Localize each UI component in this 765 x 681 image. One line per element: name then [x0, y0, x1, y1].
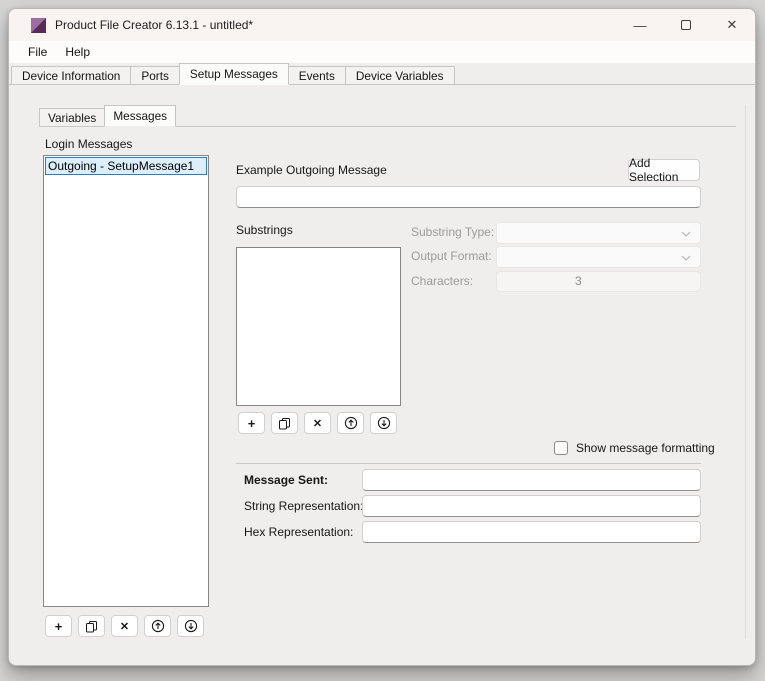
- login-messages-label: Login Messages: [45, 137, 132, 151]
- chevron-down-icon: [681, 255, 691, 261]
- tab-ports[interactable]: Ports: [130, 66, 180, 84]
- substrings-toolbar: + ✕: [238, 412, 397, 434]
- circle-arrow-down-icon: [184, 619, 198, 633]
- chevron-down-icon: [681, 231, 691, 237]
- characters-input[interactable]: 3: [496, 271, 701, 292]
- minimize-icon: —: [634, 18, 647, 33]
- delete-substring-button[interactable]: ✕: [304, 412, 331, 434]
- app-window: Product File Creator 6.13.1 - untitled* …: [8, 8, 756, 666]
- window-title: Product File Creator 6.13.1 - untitled*: [55, 18, 253, 32]
- tab-setup-messages[interactable]: Setup Messages: [179, 63, 289, 85]
- move-substring-down-button[interactable]: [370, 412, 397, 434]
- message-sent-label: Message Sent:: [244, 473, 328, 487]
- string-representation-input[interactable]: [362, 495, 701, 517]
- maximize-icon: [681, 20, 691, 30]
- plus-icon: +: [248, 416, 256, 431]
- circle-arrow-down-icon: [377, 416, 391, 430]
- delete-message-button[interactable]: ✕: [111, 615, 138, 637]
- show-message-formatting-checkbox[interactable]: [554, 441, 568, 455]
- tab-device-variables[interactable]: Device Variables: [345, 66, 455, 84]
- output-format-label: Output Format:: [411, 249, 492, 263]
- login-messages-toolbar: + ✕: [45, 615, 204, 637]
- menu-file[interactable]: File: [19, 41, 56, 63]
- characters-label: Characters:: [411, 274, 473, 288]
- menu-help[interactable]: Help: [56, 41, 99, 63]
- app-icon: [31, 18, 46, 33]
- show-message-formatting-row: Show message formatting: [554, 441, 715, 455]
- substring-type-label: Substring Type:: [411, 225, 494, 239]
- substring-type-dropdown[interactable]: [496, 222, 701, 244]
- login-messages-listbox[interactable]: Outgoing - SetupMessage1: [43, 155, 209, 607]
- tab-device-information[interactable]: Device Information: [11, 66, 131, 84]
- example-outgoing-message-label: Example Outgoing Message: [236, 163, 387, 177]
- x-icon: ✕: [120, 620, 129, 633]
- add-message-button[interactable]: +: [45, 615, 72, 637]
- desktop-background: { "window": { "title": "Product File Cre…: [0, 0, 765, 681]
- circle-arrow-up-icon: [151, 619, 165, 633]
- message-sent-input[interactable]: [362, 469, 701, 491]
- copy-icon: [85, 620, 98, 633]
- close-button[interactable]: ✕: [709, 9, 755, 41]
- minimize-button[interactable]: —: [617, 9, 663, 41]
- hex-representation-label: Hex Representation:: [244, 525, 353, 539]
- preview-divider: [236, 463, 701, 464]
- close-icon: ✕: [727, 17, 738, 33]
- tab-messages[interactable]: Messages: [104, 105, 176, 127]
- move-message-down-button[interactable]: [177, 615, 204, 637]
- tab-events[interactable]: Events: [288, 66, 346, 84]
- list-item[interactable]: Outgoing - SetupMessage1: [45, 157, 207, 175]
- main-tab-strip: Device Information Ports Setup Messages …: [9, 63, 755, 85]
- move-message-up-button[interactable]: [144, 615, 171, 637]
- duplicate-substring-button[interactable]: [271, 412, 298, 434]
- output-format-dropdown[interactable]: [496, 246, 701, 268]
- add-selection-button[interactable]: Add Selection: [628, 159, 700, 181]
- substrings-label: Substrings: [236, 223, 293, 237]
- hex-representation-input[interactable]: [362, 521, 701, 543]
- move-substring-up-button[interactable]: [337, 412, 364, 434]
- tab-page-right-border: [745, 105, 746, 639]
- duplicate-message-button[interactable]: [78, 615, 105, 637]
- show-message-formatting-label: Show message formatting: [576, 441, 715, 455]
- plus-icon: +: [55, 619, 63, 634]
- inner-tab-strip: Variables Messages: [39, 105, 736, 127]
- menu-bar: File Help: [9, 41, 755, 63]
- copy-icon: [278, 417, 291, 430]
- maximize-button[interactable]: [663, 9, 709, 41]
- window-controls: — ✕: [617, 9, 755, 41]
- example-message-input[interactable]: [236, 186, 701, 208]
- add-substring-button[interactable]: +: [238, 412, 265, 434]
- tab-variables[interactable]: Variables: [39, 108, 105, 126]
- title-bar: Product File Creator 6.13.1 - untitled* …: [9, 9, 755, 41]
- substrings-listbox[interactable]: [236, 247, 401, 406]
- x-icon: ✕: [313, 417, 322, 430]
- circle-arrow-up-icon: [344, 416, 358, 430]
- string-representation-label: String Representation:: [244, 499, 363, 513]
